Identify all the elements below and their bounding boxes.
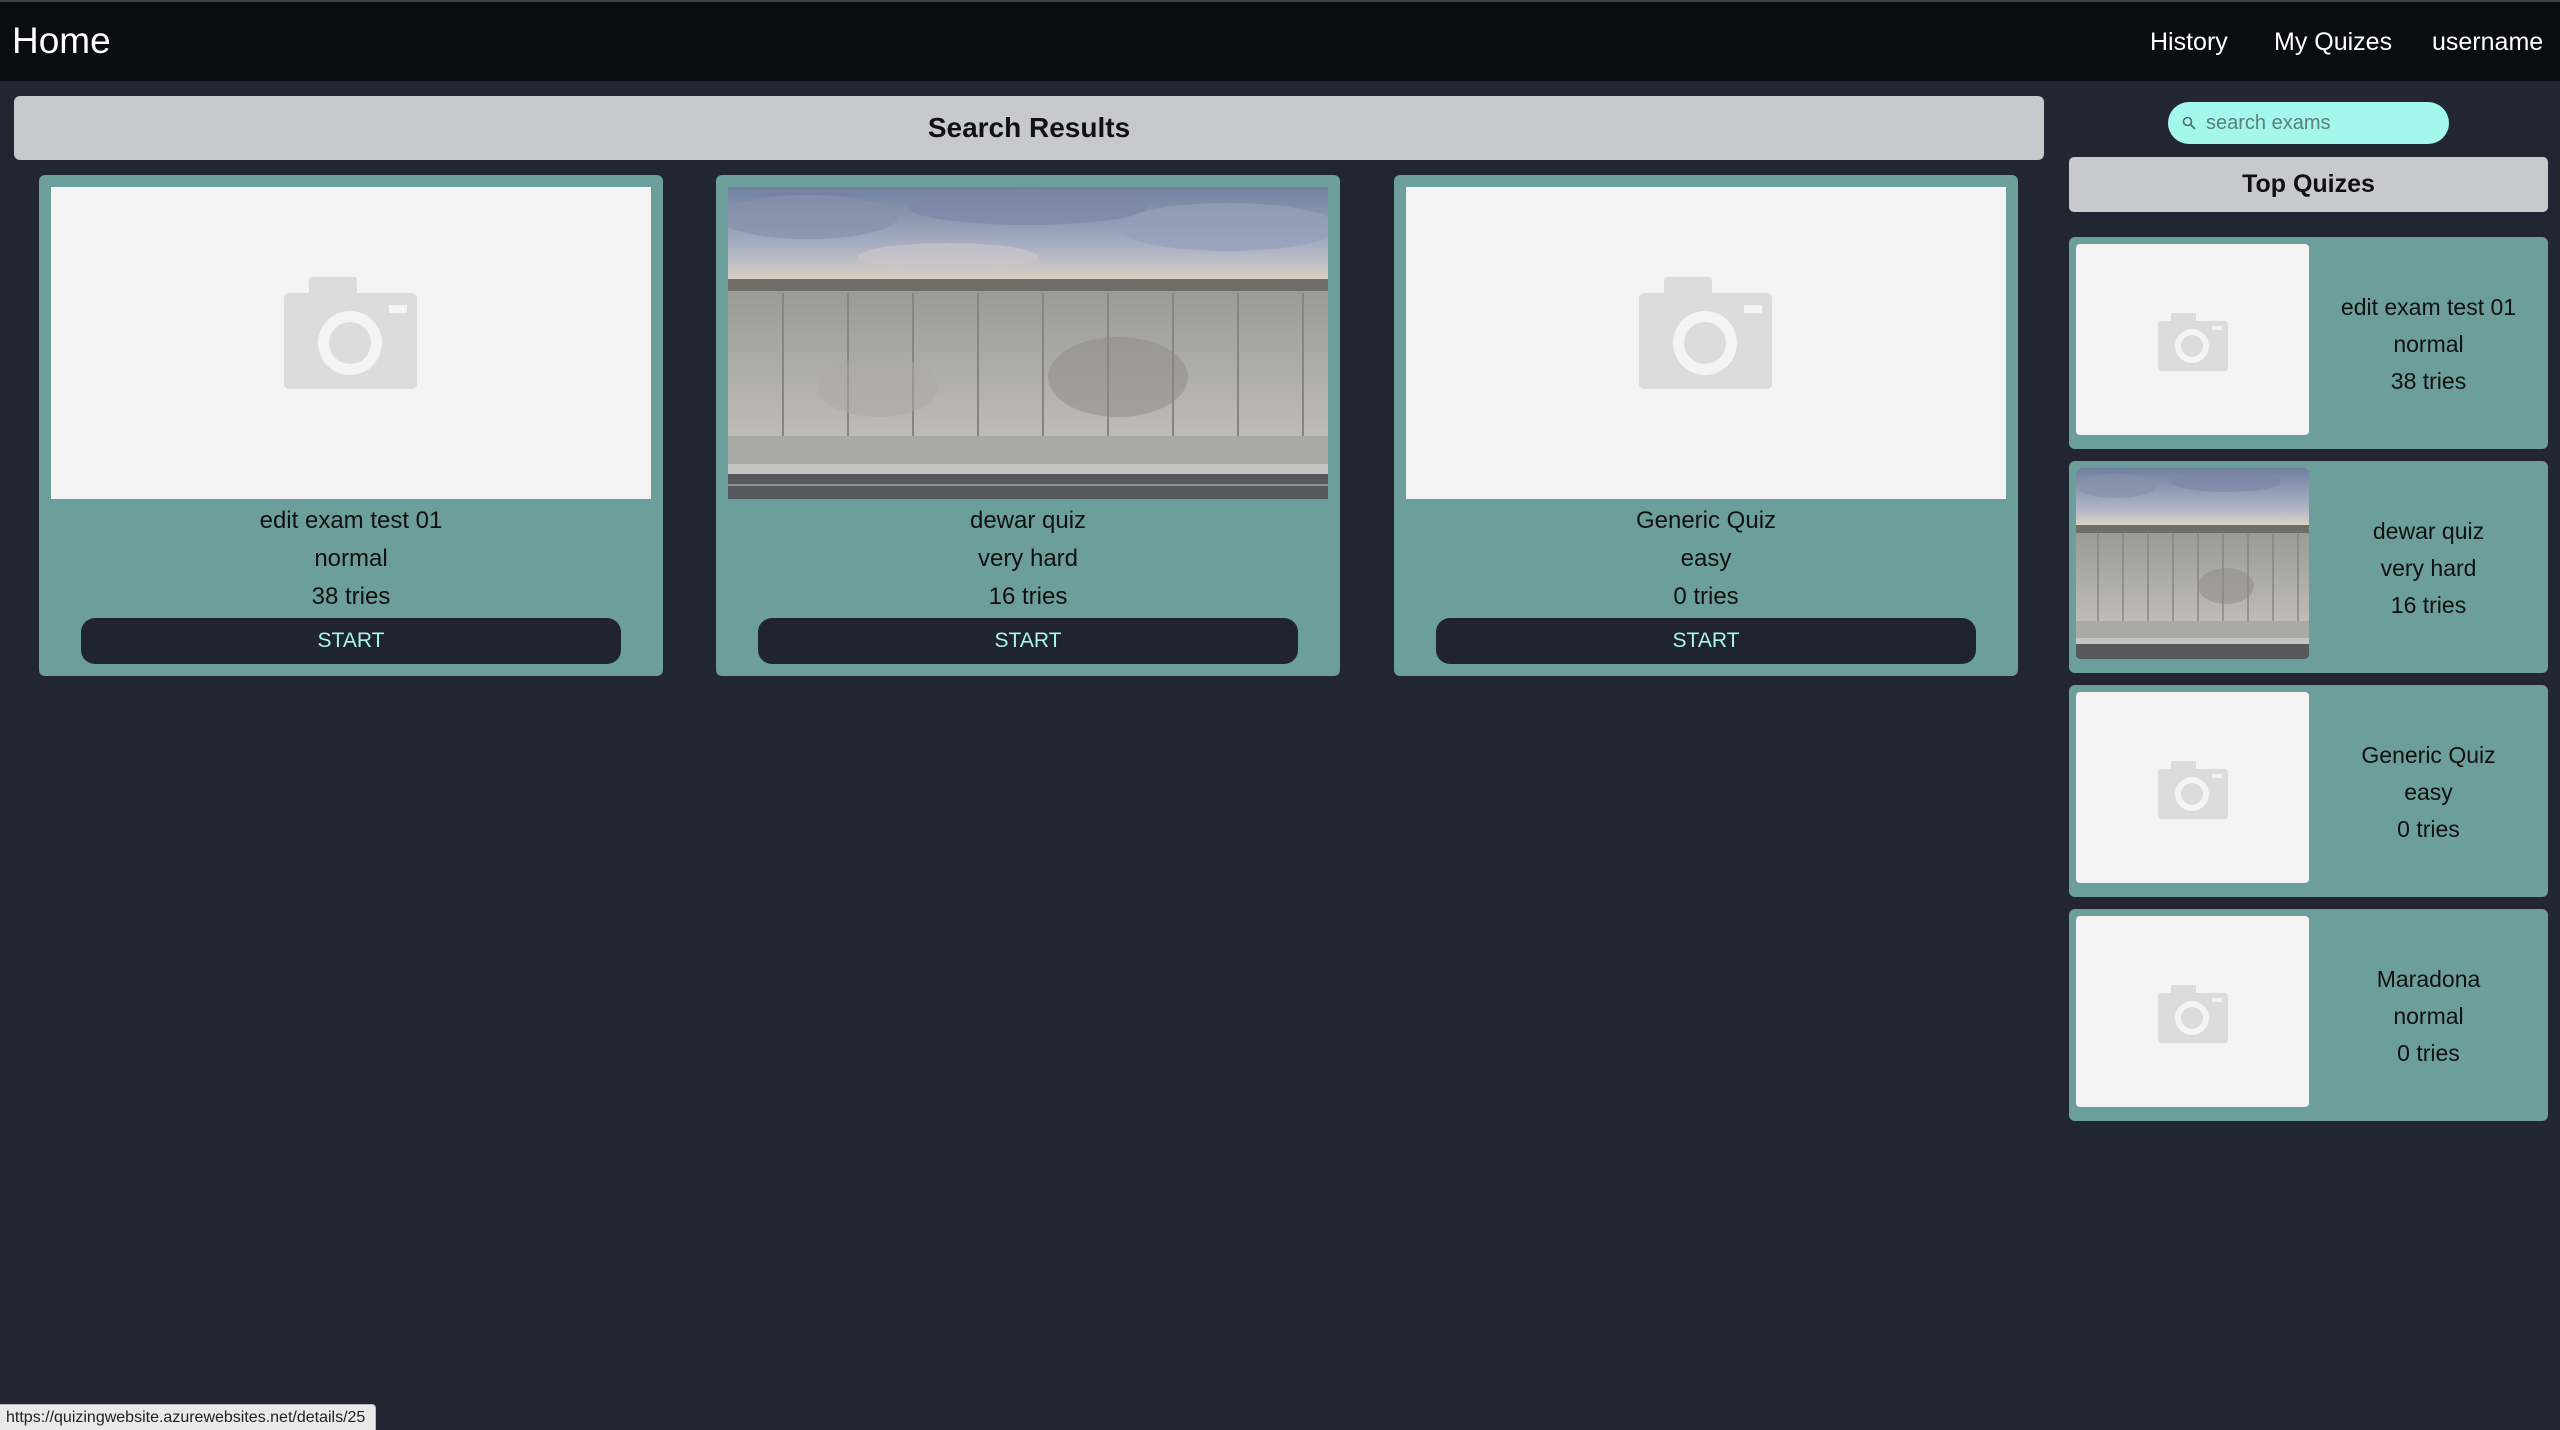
top-quiz-tries: 38 tries [2390,368,2467,394]
top-quiz-difficulty: easy [2404,779,2453,805]
camera-placeholder-icon [2158,985,2228,1043]
top-quiz-item[interactable]: edit exam test 01 normal 38 tries [2069,237,2548,449]
top-quiz-difficulty: normal [2393,331,2464,357]
quiz-title: edit exam test 01 [259,507,443,534]
nav-history-link[interactable]: History [2150,28,2228,57]
camera-placeholder-icon [2158,761,2228,819]
camera-placeholder-icon [1639,277,1772,389]
quiz-image [51,187,651,499]
top-quiz-tries: 16 tries [2390,592,2467,618]
quiz-card: dewar quiz very hard 16 tries START [716,175,1340,676]
quiz-difficulty: very hard [977,545,1079,572]
quiz-card: edit exam test 01 normal 38 tries START [39,175,663,676]
top-quiz-item[interactable]: Generic Quiz easy 0 tries [2069,685,2548,897]
top-quiz-item[interactable]: dewar quiz very hard 16 tries [2069,461,2548,673]
quiz-difficulty: normal [314,545,388,572]
quiz-difficulty: easy [1680,545,1732,572]
camera-placeholder-icon [2158,313,2228,371]
top-quiz-image [2076,244,2309,435]
search-icon [2182,116,2196,130]
quiz-title: dewar quiz [969,507,1087,534]
top-quiz-item[interactable]: Maradona normal 0 tries [2069,909,2548,1121]
top-quiz-title: dewar quiz [2372,518,2485,544]
quiz-tries: 38 tries [311,583,391,610]
top-quiz-difficulty: very hard [2380,555,2477,581]
concrete-wall-photo-icon [2076,468,2309,659]
home-link[interactable]: Home [12,20,111,62]
top-quiz-title: Generic Quiz [2361,742,2496,768]
quiz-tries: 0 tries [1673,583,1739,610]
start-button[interactable]: START [81,618,621,664]
top-quiz-image [2076,468,2309,659]
status-bar-url: https://quizingwebsite.azurewebsites.net… [0,1404,377,1430]
quiz-title: Generic Quiz [1635,507,1777,534]
concrete-wall-photo-icon [728,187,1328,499]
top-quiz-tries: 0 tries [2397,816,2460,842]
search-results-header: Search Results [14,96,2044,160]
top-quiz-image [2076,916,2309,1107]
start-button[interactable]: START [1436,618,1976,664]
top-quiz-tries: 0 tries [2397,1040,2460,1066]
top-quiz-title: Maradona [2376,966,2481,992]
top-quiz-title: edit exam test 01 [2340,294,2517,320]
quiz-image [728,187,1328,499]
nav-username-link[interactable]: username [2432,28,2543,57]
search-box[interactable] [2168,102,2449,144]
top-quiz-image [2076,692,2309,883]
top-quizes-header: Top Quizes [2069,157,2548,212]
quiz-image [1406,187,2006,499]
nav-my-quizes-link[interactable]: My Quizes [2274,28,2392,57]
start-button[interactable]: START [758,618,1298,664]
top-navbar: Home History My Quizes username [0,0,2560,81]
search-input[interactable] [2204,110,2428,136]
quiz-tries: 16 tries [988,583,1068,610]
camera-placeholder-icon [284,277,417,389]
quiz-card: Generic Quiz easy 0 tries START [1394,175,2018,676]
top-quiz-difficulty: normal [2393,1003,2464,1029]
